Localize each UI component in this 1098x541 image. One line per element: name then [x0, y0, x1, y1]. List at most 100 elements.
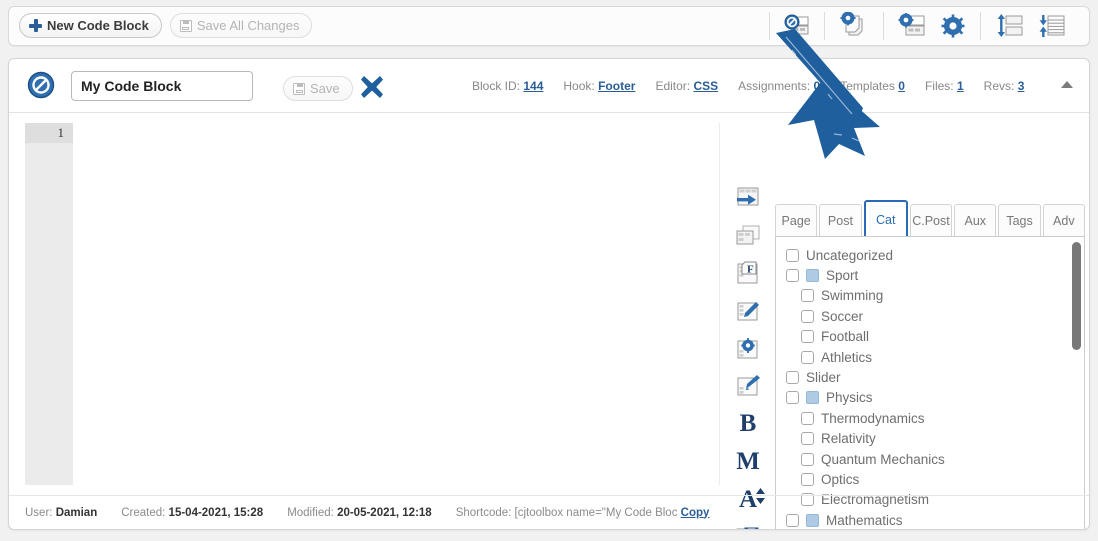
meta-label: Editor: — [655, 79, 691, 93]
new-code-block-button[interactable]: New Code Block — [19, 13, 162, 38]
category-checkbox[interactable] — [801, 432, 814, 446]
floppy-disk-icon — [293, 82, 305, 95]
category-label: Optics — [821, 471, 860, 487]
category-label: Relativity — [821, 431, 876, 447]
category-label: Football — [821, 329, 870, 345]
tab-cpost[interactable]: C.Post — [909, 204, 953, 237]
meta-value[interactable]: 1 — [957, 79, 964, 93]
category-row[interactable]: Athletics — [776, 347, 1084, 367]
category-listbox[interactable]: Uncategorized Sport Swimming Soccer Football… — [775, 236, 1085, 529]
bold-b-icon[interactable]: B — [740, 411, 757, 436]
gear-window-icon[interactable] — [898, 13, 928, 39]
meta-label: Assignments: — [738, 79, 811, 93]
save-all-changes-label: Save All Changes — [196, 18, 300, 33]
category-row[interactable]: Optics — [776, 469, 1084, 489]
toolbar-right-group — [769, 7, 1081, 45]
toolbar-group-templates — [825, 11, 883, 41]
category-label: Physics — [826, 390, 873, 406]
assignment-tabs: Page Post Cat C.Post Aux Tags Adv — [775, 199, 1085, 237]
toolbar-group-preview — [770, 11, 824, 41]
code-block-title-input[interactable] — [71, 71, 253, 101]
collapse-rows-icon[interactable] — [1037, 13, 1067, 39]
category-checkbox[interactable] — [786, 371, 799, 385]
category-row[interactable]: Football — [776, 327, 1084, 347]
category-row[interactable]: Soccer — [776, 306, 1084, 326]
copy-shortcode-link[interactable]: Copy — [681, 507, 710, 519]
category-group-indicator — [806, 269, 819, 283]
toolbar-group-layout — [981, 11, 1081, 41]
floppy-disk-icon — [179, 19, 192, 32]
meta-assignments: Assignments: 0 — [738, 79, 820, 93]
pages-stack-icon[interactable] — [839, 12, 869, 40]
plus-icon — [29, 19, 42, 32]
category-checkbox[interactable] — [801, 472, 814, 486]
meta-label: Block ID: — [472, 79, 521, 93]
minify-m-icon[interactable]: M — [736, 449, 760, 474]
meta-value[interactable]: 0 — [898, 79, 905, 93]
tab-page[interactable]: Page — [775, 204, 818, 237]
close-block-icon[interactable] — [359, 74, 385, 100]
tab-cat[interactable]: Cat — [863, 200, 908, 237]
category-checkbox[interactable] — [801, 350, 814, 364]
category-row[interactable]: Relativity — [776, 429, 1084, 449]
meta-value[interactable]: 3 — [1018, 79, 1025, 93]
category-row[interactable]: Uncategorized — [776, 245, 1084, 265]
tab-adv[interactable]: Adv — [1042, 204, 1085, 237]
meta-label: Templates — [840, 79, 895, 93]
meta-files: Files: 1 — [925, 79, 964, 93]
save-block-button-wrap: Save — [283, 76, 353, 101]
gear-icon[interactable] — [940, 13, 966, 39]
category-row[interactable]: Physics — [776, 388, 1084, 408]
paintbrush-icon[interactable] — [734, 374, 762, 398]
tab-post[interactable]: Post — [819, 204, 862, 237]
category-group-indicator — [806, 391, 819, 405]
meta-revs: Revs: 3 — [984, 79, 1025, 93]
category-checkbox[interactable] — [786, 269, 799, 283]
category-scrollbar-thumb[interactable] — [1072, 242, 1081, 350]
function-file-icon[interactable]: F — [734, 261, 762, 287]
code-text-area[interactable] — [73, 123, 719, 485]
meta-hook: Hook: Footer — [563, 79, 635, 93]
code-editor: 1 — [23, 123, 720, 485]
app-window: New Code Block Save All Changes My Code … — [0, 0, 1098, 541]
category-checkbox[interactable] — [786, 391, 799, 405]
meta-value[interactable]: 0 — [814, 79, 821, 93]
category-row[interactable]: Sport — [776, 265, 1084, 285]
edit-pencil-icon[interactable] — [734, 300, 762, 324]
category-label: Slider — [806, 370, 841, 386]
assignments-panel: Page Post Cat C.Post Aux Tags Adv Uncate… — [775, 199, 1085, 529]
category-checkbox[interactable] — [786, 248, 799, 262]
meta-value[interactable]: 144 — [523, 79, 543, 93]
tab-aux[interactable]: Aux — [954, 204, 997, 237]
category-row[interactable]: Slider — [776, 367, 1084, 387]
collapse-panel-caret[interactable] — [1061, 81, 1073, 88]
category-checkbox[interactable] — [801, 330, 814, 344]
category-label: Swimming — [821, 288, 884, 304]
status-user: User: Damian — [25, 507, 97, 519]
category-checkbox[interactable] — [801, 411, 814, 425]
category-checkbox[interactable] — [801, 289, 814, 303]
category-row[interactable]: Swimming — [776, 286, 1084, 306]
category-row[interactable]: Thermodynamics — [776, 408, 1084, 428]
category-row[interactable]: Quantum Mechanics — [776, 449, 1084, 469]
save-block-label: Save — [310, 81, 340, 96]
status-shortcode-label: Shortcode: — [455, 506, 512, 519]
category-label: Quantum Mechanics — [821, 451, 945, 467]
meta-value[interactable]: Footer — [598, 79, 635, 93]
category-label: Uncategorized — [806, 247, 894, 263]
save-all-changes-button[interactable]: Save All Changes — [169, 13, 313, 38]
tab-tags[interactable]: Tags — [998, 204, 1041, 237]
settings-gear-icon[interactable] — [734, 337, 762, 361]
category-checkbox[interactable] — [801, 309, 814, 323]
duplicate-block-icon[interactable] — [734, 224, 762, 248]
resize-rows-icon[interactable] — [995, 13, 1025, 39]
no-preview-icon[interactable] — [784, 14, 810, 38]
meta-value[interactable]: CSS — [693, 79, 718, 93]
category-scrollbar[interactable] — [1072, 240, 1081, 529]
toolbar-group-settings — [884, 11, 980, 41]
status-bar: User: Damian Created: 15-04-2021, 15:28 … — [9, 495, 1089, 529]
insert-block-icon[interactable] — [734, 187, 762, 211]
category-checkbox[interactable] — [801, 452, 814, 466]
save-block-button[interactable]: Save — [283, 76, 353, 101]
status-modified: Modified: 20-05-2021, 12:18 — [287, 507, 432, 519]
